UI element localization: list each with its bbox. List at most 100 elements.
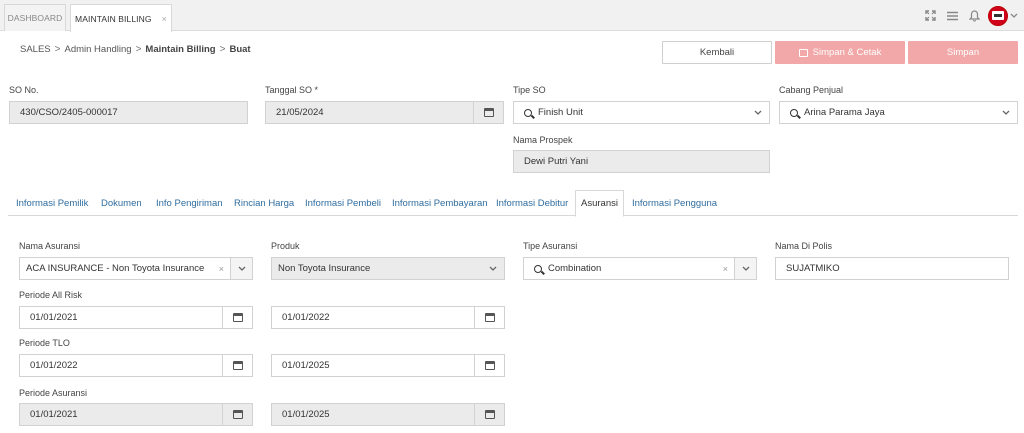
avatar[interactable] (988, 5, 1008, 26)
avatar-image (992, 11, 1004, 20)
nama-di-polis-label: Nama Di Polis (775, 241, 833, 251)
search-glyph (534, 264, 542, 273)
clear-icon[interactable]: × (723, 264, 728, 274)
periode-all-risk-end-value: 01/01/2022 (282, 312, 330, 323)
tab-maintain-billing-label: MAINTAIN BILLING (75, 13, 152, 24)
kembali-button[interactable]: Kembali (662, 41, 772, 64)
breadcrumb-item-admin-handling[interactable]: Admin Handling (64, 44, 131, 55)
tipe-asuransi-value: Combination (548, 263, 602, 274)
breadcrumb-separator: > (135, 44, 142, 55)
tipe-asuransi-label: Tipe Asuransi (523, 241, 578, 251)
tanggal-so-label-text: Tanggal SO (265, 85, 313, 95)
list-icon[interactable] (942, 6, 962, 26)
cabang-penjual-label: Cabang Penjual (779, 85, 844, 95)
nama-prospek-label: Nama Prospek (513, 135, 573, 145)
calendar-glyph (483, 108, 494, 117)
tab-dokumen[interactable]: Dokumen (101, 190, 142, 216)
chevron-down-icon[interactable] (747, 102, 769, 123)
calendar-icon[interactable] (474, 355, 504, 376)
breadcrumb-separator: > (219, 44, 226, 55)
tab-informasi-pengguna[interactable]: Informasi Pengguna (632, 190, 717, 216)
periode-all-risk-start-value: 01/01/2021 (30, 312, 78, 323)
chevron-down-icon[interactable] (734, 258, 756, 279)
breadcrumb-separator: > (54, 44, 61, 55)
periode-all-risk-end-field[interactable]: 01/01/2022 (271, 306, 505, 329)
tab-dashboard[interactable]: DASHBOARD (4, 4, 66, 31)
content-tabs: Informasi Pemilik Dokumen Info Pengirima… (8, 190, 1018, 217)
tab-dashboard-label: DASHBOARD (7, 13, 63, 23)
nama-di-polis-value: SUJATMIKO (786, 263, 840, 274)
header-icons (918, 0, 1024, 31)
chevron-down-icon[interactable] (1010, 11, 1018, 21)
tipe-asuransi-select[interactable]: Combination × (523, 257, 757, 280)
printer-icon (798, 48, 808, 57)
tab-info-pengiriman[interactable]: Info Pengiriman (156, 190, 223, 216)
periode-all-risk-label: Periode All Risk (19, 290, 83, 300)
breadcrumb-item-maintain-billing[interactable]: Maintain Billing (145, 44, 215, 55)
calendar-glyph (484, 410, 495, 419)
tab-informasi-debitur[interactable]: Informasi Debitur (496, 190, 568, 216)
simpan-cetak-button[interactable]: Simpan & Cetak (775, 41, 905, 64)
search-icon (522, 108, 534, 117)
so-no-value: 430/CSO/2405-000017 (20, 107, 118, 118)
required-marker: * (314, 85, 319, 95)
simpan-cetak-label: Simpan & Cetak (812, 47, 882, 58)
periode-all-risk-start-field[interactable]: 01/01/2021 (19, 306, 253, 329)
periode-asuransi-start-field: 01/01/2021 (19, 403, 253, 426)
periode-tlo-start-field[interactable]: 01/01/2022 (19, 354, 253, 377)
tipe-so-select[interactable]: Finish Unit (513, 101, 770, 124)
so-no-field: 430/CSO/2405-000017 (9, 101, 248, 124)
so-no-label: SO No. (9, 85, 39, 95)
calendar-icon[interactable] (222, 307, 252, 328)
calendar-icon[interactable] (222, 404, 252, 425)
tab-asuransi[interactable]: Asuransi (575, 190, 624, 217)
produk-value: Non Toyota Insurance (278, 263, 371, 274)
calendar-icon[interactable] (222, 355, 252, 376)
chevron-down-icon[interactable] (482, 258, 504, 279)
search-glyph (524, 108, 532, 117)
periode-tlo-end-value: 01/01/2025 (282, 360, 330, 371)
cabang-penjual-select[interactable]: Arina Parama Jaya (779, 101, 1018, 124)
tanggal-so-label: Tanggal SO * (265, 85, 318, 95)
periode-asuransi-label: Periode Asuransi (19, 388, 88, 398)
expand-icon[interactable] (920, 6, 940, 26)
calendar-icon[interactable] (474, 404, 504, 425)
calendar-icon[interactable] (474, 307, 504, 328)
nama-asuransi-select[interactable]: ACA INSURANCE - Non Toyota Insurance × (19, 257, 253, 280)
tab-maintain-billing[interactable]: MAINTAIN BILLING × (70, 4, 172, 32)
chevron-down-icon[interactable] (995, 102, 1017, 123)
periode-asuransi-end-value: 01/01/2025 (282, 409, 330, 420)
search-icon (532, 264, 544, 273)
calendar-glyph (232, 410, 243, 419)
calendar-glyph (232, 361, 243, 370)
bell-icon[interactable] (964, 6, 984, 26)
produk-label: Produk (271, 241, 300, 251)
tipe-so-value: Finish Unit (538, 107, 583, 118)
top-tab-bar: DASHBOARD MAINTAIN BILLING × (0, 0, 1024, 32)
calendar-glyph (484, 313, 495, 322)
tab-rincian-harga[interactable]: Rincian Harga (234, 190, 294, 216)
tab-informasi-pemilik[interactable]: Informasi Pemilik (16, 190, 88, 216)
close-icon[interactable]: × (162, 14, 167, 24)
breadcrumb-item-buat: Buat (229, 44, 251, 55)
tab-informasi-pembayaran[interactable]: Informasi Pembayaran (392, 190, 488, 216)
periode-tlo-start-value: 01/01/2022 (30, 360, 78, 371)
nama-di-polis-input[interactable]: SUJATMIKO (775, 257, 1009, 280)
calendar-glyph (232, 313, 243, 322)
nama-prospek-field: Dewi Putri Yani (513, 150, 770, 173)
calendar-glyph (484, 361, 495, 370)
periode-tlo-end-field[interactable]: 01/01/2025 (271, 354, 505, 377)
produk-select[interactable]: Non Toyota Insurance (271, 257, 505, 280)
cabang-penjual-value: Arina Parama Jaya (804, 107, 885, 118)
nama-asuransi-label: Nama Asuransi (19, 241, 81, 251)
tanggal-so-field: 21/05/2024 (265, 101, 504, 124)
tab-informasi-pembeli[interactable]: Informasi Pembeli (305, 190, 381, 216)
chevron-down-icon[interactable] (230, 258, 252, 279)
clear-icon[interactable]: × (219, 264, 224, 274)
tanggal-so-value: 21/05/2024 (276, 107, 324, 118)
calendar-icon[interactable] (473, 102, 503, 123)
breadcrumb: SALES > Admin Handling > Maintain Billin… (20, 44, 251, 55)
simpan-button[interactable]: Simpan (908, 41, 1018, 64)
search-glyph (790, 108, 798, 117)
breadcrumb-item-sales[interactable]: SALES (20, 44, 51, 55)
